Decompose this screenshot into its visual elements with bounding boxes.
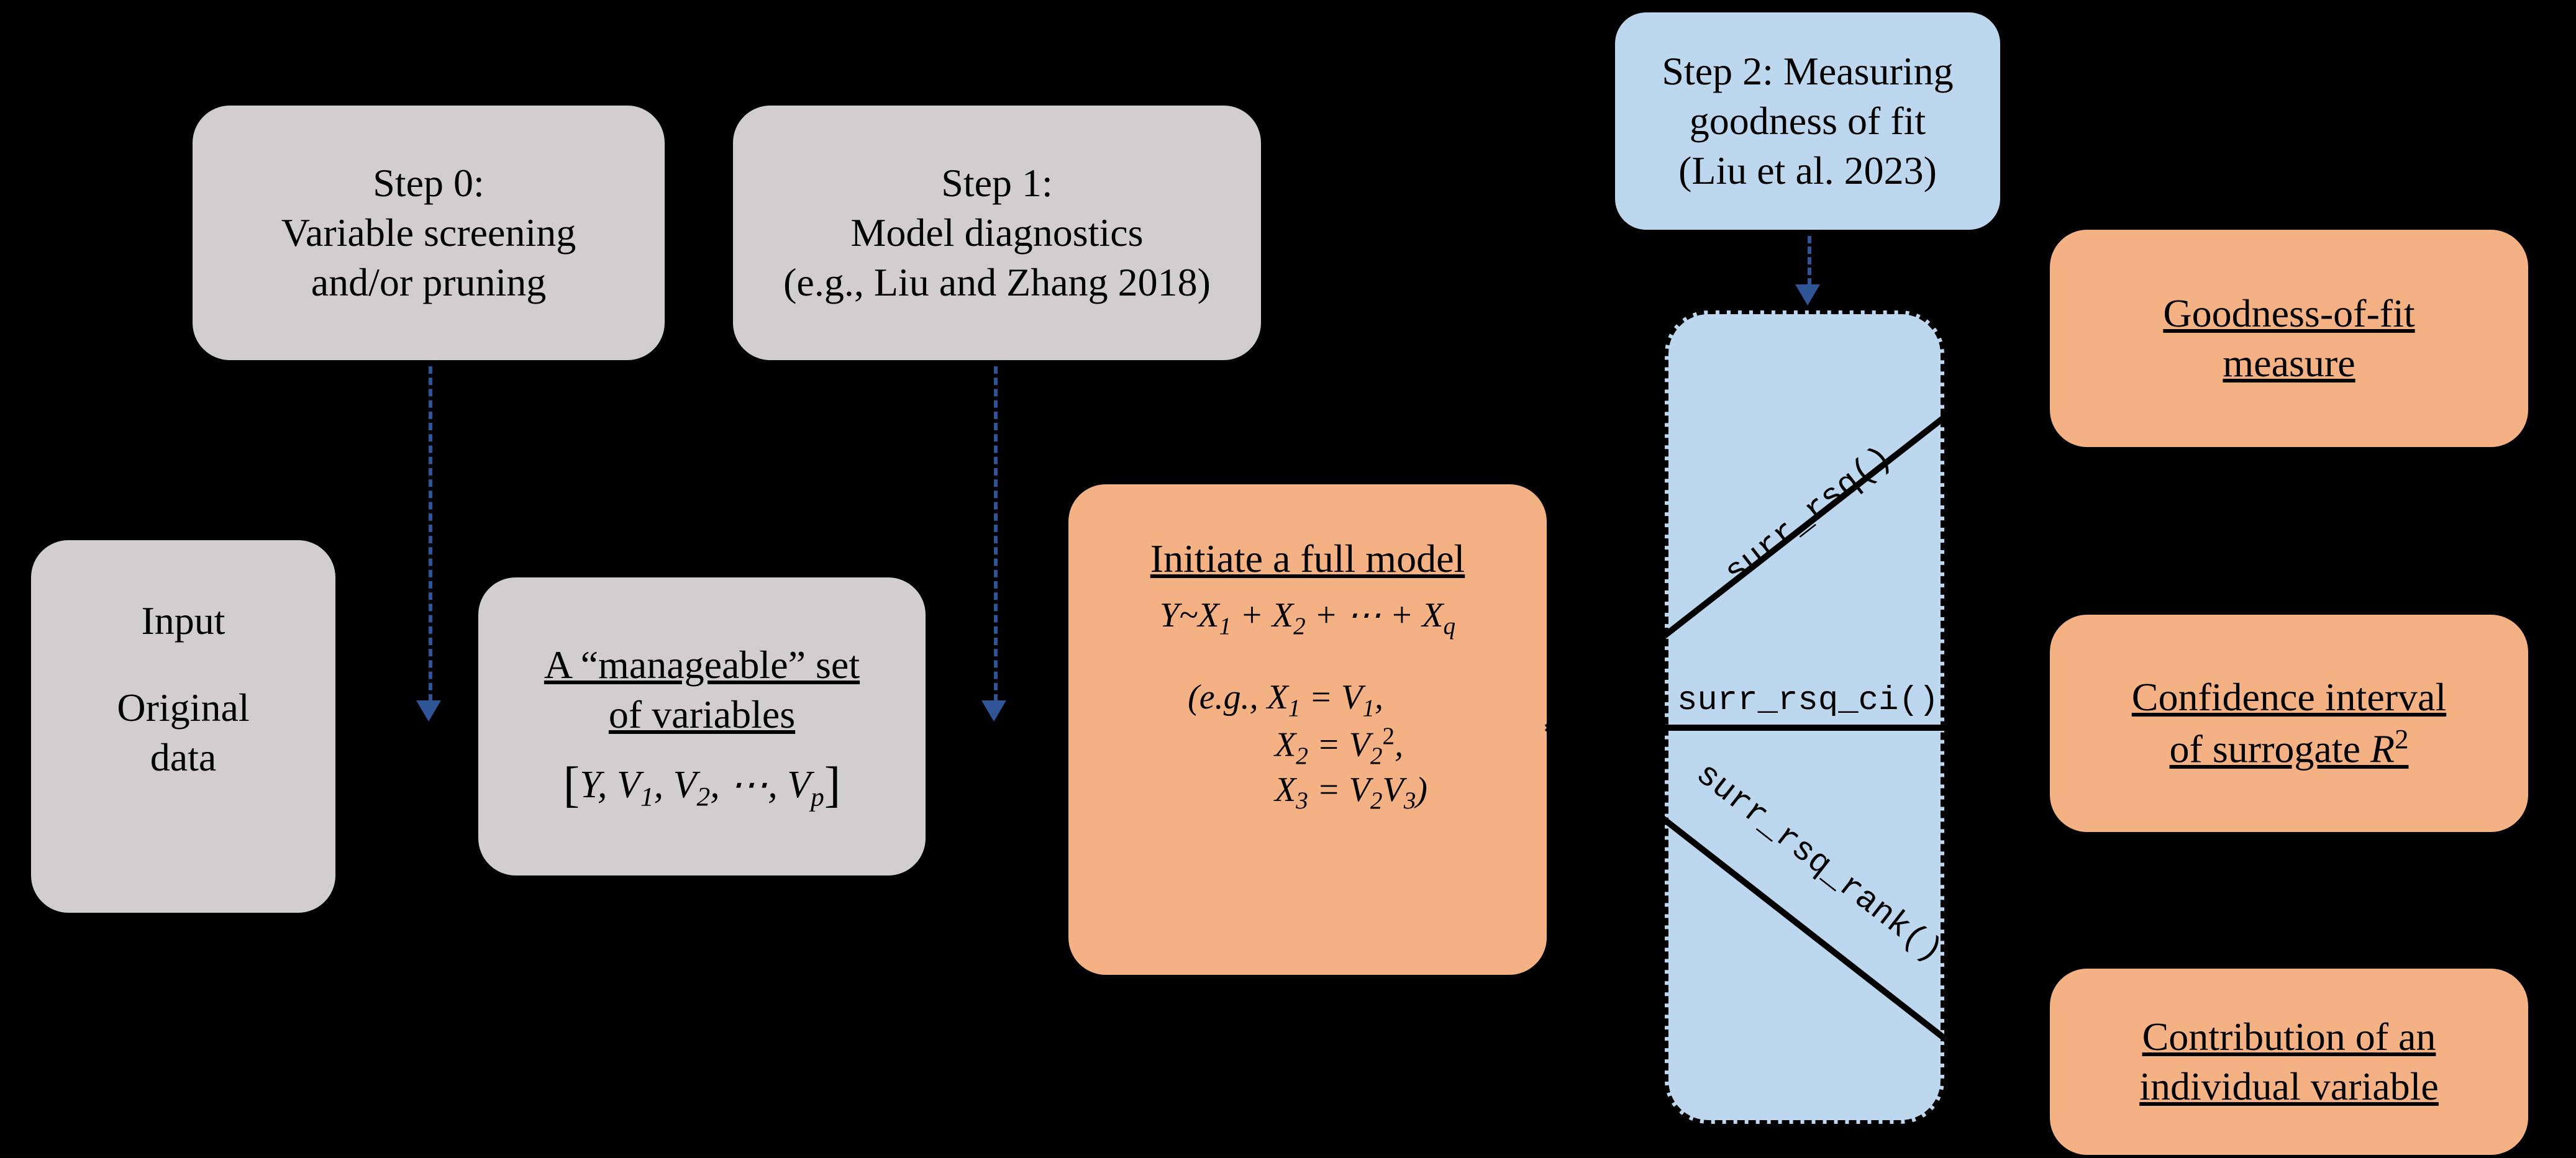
out-gof2: measure: [2223, 338, 2355, 388]
out-gof1: Goodness-of-fit: [2163, 289, 2414, 338]
input-title: Input: [141, 596, 225, 646]
fullmodel-eg: (e.g., X1 = V1, X2 = V22, X3 = V2V3): [1188, 677, 1427, 815]
vars-box: A “manageable” set of variables [Y, V1, …: [478, 577, 926, 875]
step1-title: Step 1:: [941, 158, 1053, 208]
input-sub2: data: [150, 733, 217, 782]
vars-formula: [Y, V1, V2, ⋯, Vp]: [563, 757, 841, 813]
input-box: Input Original data: [31, 540, 335, 913]
func-ci-label: surr_rsq_ci(): [1677, 682, 1939, 720]
fullmodel-formula: Y~X1 + X2 + ⋯ + Xq: [1160, 595, 1455, 640]
step0-title: Step 0:: [373, 158, 485, 208]
arrow-step1-down: [994, 366, 998, 702]
out-contrib-box: Contribution of an individual variable: [2050, 969, 2528, 1155]
step0-desc1: Variable screening: [281, 208, 576, 258]
arrowhead-step1: [981, 700, 1006, 721]
out-ci2: of surrogate R2: [2170, 722, 2409, 774]
out-ci2-sup: 2: [2395, 723, 2408, 754]
fullmodel-box: Initiate a full model Y~X1 + X2 + ⋯ + Xq…: [1068, 484, 1547, 975]
arrowhead-step2: [1795, 284, 1820, 305]
arrowhead-step0: [416, 700, 441, 721]
out-ci2-R: R: [2370, 727, 2395, 771]
fullmodel-title: Initiate a full model: [1150, 534, 1465, 584]
arrow-step2-down: [1808, 236, 1811, 286]
out-ci2-prefix: of surrogate: [2170, 727, 2370, 771]
arrow-step0-down: [429, 366, 432, 702]
step1-box: Step 1: Model diagnostics (e.g., Liu and…: [733, 106, 1261, 360]
step1-desc2: (e.g., Liu and Zhang 2018): [783, 258, 1211, 307]
step1-desc1: Model diagnostics: [850, 208, 1143, 258]
step0-box: Step 0: Variable screening and/or prunin…: [193, 106, 665, 360]
vars-line2: of variables: [609, 690, 795, 740]
vars-line1: A “manageable” set: [544, 640, 860, 690]
out-contrib2: individual variable: [2139, 1062, 2439, 1111]
conn-line-ci: [1547, 725, 2019, 731]
input-sub1: Original: [117, 683, 249, 733]
step2-line3: (Liu et al. 2023): [1678, 146, 1937, 196]
out-gof-box: Goodness-of-fit measure: [2050, 230, 2528, 447]
step2-line1: Step 2: Measuring: [1662, 47, 1953, 96]
step0-desc2: and/or pruning: [311, 258, 547, 307]
step2-line2: goodness of fit: [1690, 96, 1926, 146]
out-ci-box: Confidence interval of surrogate R2: [2050, 615, 2528, 832]
out-contrib1: Contribution of an: [2142, 1012, 2436, 1062]
out-ci1: Confidence interval: [2132, 672, 2446, 722]
step2-box: Step 2: Measuring goodness of fit (Liu e…: [1615, 12, 2000, 230]
